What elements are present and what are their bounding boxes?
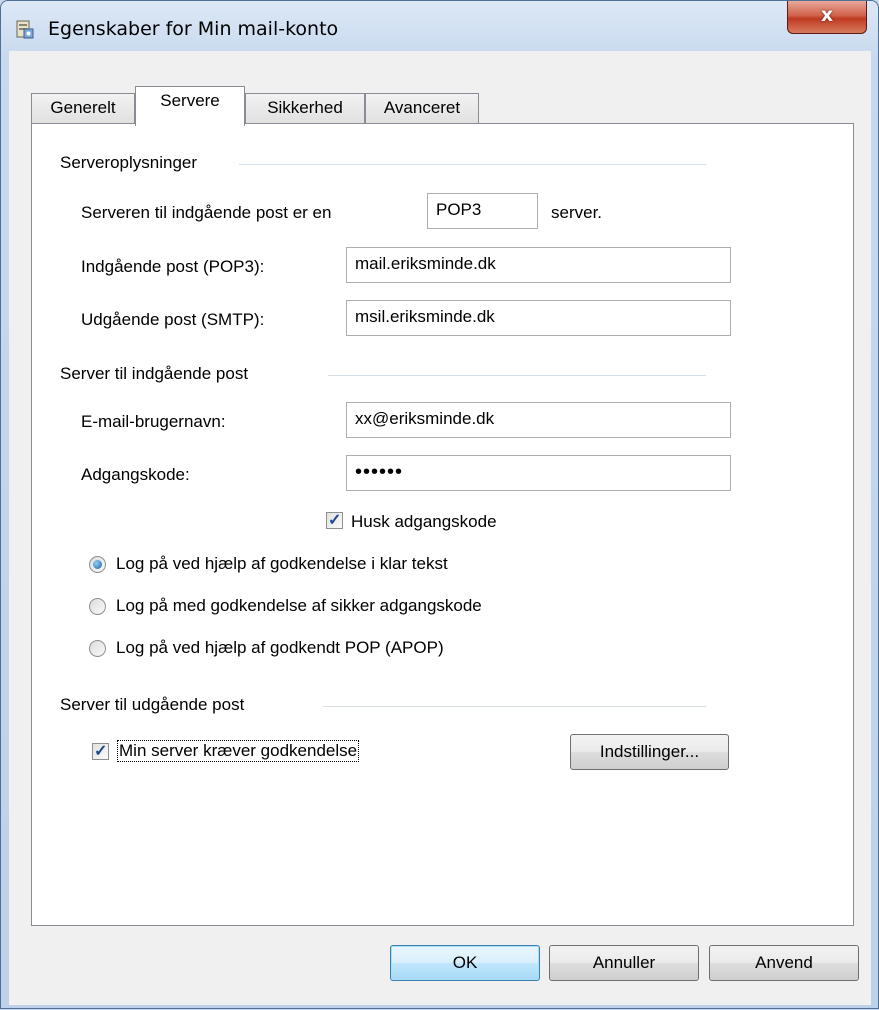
cancel-button[interactable]: Annuller xyxy=(549,945,699,981)
auth-option-label[interactable]: Log på ved hjælp af godkendelse i klar t… xyxy=(116,554,448,574)
group-label-server-info: Serveroplysninger xyxy=(60,153,198,172)
dialog-window: Egenskaber for Min mail-konto x Generelt… xyxy=(0,0,879,1009)
password-label: Adgangskode: xyxy=(81,465,190,484)
password-value: •••••• xyxy=(355,461,404,483)
username-value: xx@eriksminde.dk xyxy=(355,409,495,428)
incoming-type-suffix: server. xyxy=(551,203,603,222)
group-label-incoming: Server til indgående post xyxy=(60,364,249,383)
requires-auth-checkbox[interactable]: ✓ xyxy=(92,743,109,760)
incoming-server-value: mail.eriksminde.dk xyxy=(355,254,496,273)
incoming-server-label: Indgående post (POP3): xyxy=(81,257,265,276)
checkmark-icon: ✓ xyxy=(94,743,108,760)
requires-auth-label[interactable]: Min server kræver godkendelse xyxy=(116,740,360,762)
remember-password-label[interactable]: Husk adgangskode xyxy=(351,512,497,532)
apply-button[interactable]: Anvend xyxy=(709,945,859,981)
group-divider xyxy=(239,164,706,165)
settings-button[interactable]: Indstillinger... xyxy=(570,734,729,770)
group-divider xyxy=(323,706,706,707)
username-label: E-mail-brugernavn: xyxy=(81,412,226,431)
auth-option-label[interactable]: Log på med godkendelse af sikker adgangs… xyxy=(116,596,482,616)
outgoing-server-value: msil.eriksminde.dk xyxy=(355,307,495,326)
ok-button[interactable]: OK xyxy=(390,945,540,981)
group-label-outgoing: Server til udgående post xyxy=(60,695,245,714)
username-input[interactable]: xx@eriksminde.dk xyxy=(346,402,731,438)
incoming-type-value: POP3 xyxy=(436,200,482,219)
incoming-server-input[interactable]: mail.eriksminde.dk xyxy=(346,247,731,283)
password-input[interactable]: •••••• xyxy=(346,455,731,491)
auth-option-radio-secure[interactable] xyxy=(89,598,106,615)
auth-option-label[interactable]: Log på ved hjælp af godkendt POP (APOP) xyxy=(116,638,444,658)
incoming-type-field[interactable]: POP3 xyxy=(427,193,538,229)
auth-option-radio-apop[interactable] xyxy=(89,640,106,657)
group-divider xyxy=(328,375,706,376)
outgoing-server-label: Udgående post (SMTP): xyxy=(81,310,265,329)
auth-option-radio-cleartext[interactable] xyxy=(89,556,106,573)
incoming-type-prefix: Serveren til indgående post er en xyxy=(81,203,332,222)
checkmark-icon: ✓ xyxy=(328,512,342,529)
outgoing-server-input[interactable]: msil.eriksminde.dk xyxy=(346,300,731,336)
remember-password-checkbox[interactable]: ✓ xyxy=(326,512,343,529)
